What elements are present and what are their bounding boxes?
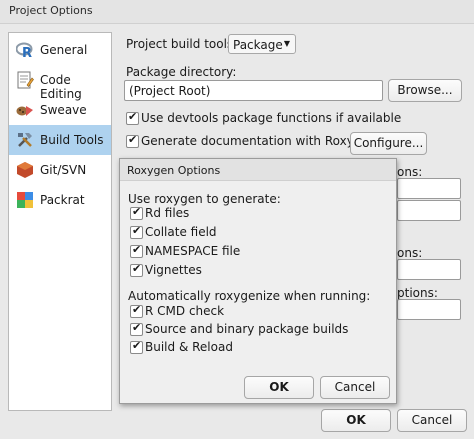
hidden-option-input[interactable] <box>397 259 461 280</box>
sidebar-item-general[interactable]: R General <box>9 35 111 65</box>
sidebar-item-packrat[interactable]: Packrat <box>9 185 111 215</box>
browse-button[interactable]: Browse... <box>388 79 462 102</box>
dialog-ok-button[interactable]: OK <box>244 376 314 399</box>
dialog-titlebar: Roxygen Options <box>120 159 396 181</box>
packrat-icon <box>17 192 33 208</box>
sidebar-item-label: Build Tools <box>40 133 104 147</box>
sidebar-item-code-editing[interactable]: Code Editing <box>9 65 111 101</box>
hidden-option-input[interactable] <box>397 178 461 199</box>
roxygen-options-dialog: Roxygen Options Use roxygen to generate:… <box>119 158 397 404</box>
package-dir-input[interactable]: (Project Root) <box>124 80 383 101</box>
build-tools-label: Project build tools: <box>126 37 238 51</box>
build-reload-checkbox[interactable] <box>130 339 143 354</box>
dialog-title: Roxygen Options <box>127 164 221 177</box>
package-builds-checkbox[interactable] <box>130 321 143 336</box>
sidebar-item-label: Packrat <box>40 193 85 207</box>
svg-text:R: R <box>22 46 32 59</box>
collate-field-label: Collate field <box>145 225 217 239</box>
r-cmd-check-label: R CMD check <box>145 304 225 318</box>
rd-files-checkbox[interactable] <box>130 205 143 220</box>
options-sidebar: R General Code Editing Sweave Build Tool… <box>8 32 112 411</box>
vignettes-checkbox[interactable] <box>130 262 143 277</box>
hidden-option-input[interactable] <box>397 200 461 221</box>
ok-button[interactable]: OK <box>321 409 391 432</box>
build-tools-icon <box>18 133 32 147</box>
auto-roxygenize-label: Automatically roxygenize when running: <box>128 289 371 303</box>
roxygen-checkbox[interactable] <box>126 133 139 148</box>
collate-field-checkbox[interactable] <box>130 224 143 239</box>
devtools-checkbox[interactable] <box>126 110 139 125</box>
sweave-icon <box>16 106 33 116</box>
hidden-option-label: ons: <box>397 165 423 179</box>
dropdown-arrow-icon: ▼ <box>283 39 290 48</box>
build-tools-select[interactable]: Package ▼ <box>228 34 296 54</box>
namespace-file-checkbox[interactable] <box>130 243 143 258</box>
sidebar-item-label: Sweave <box>40 103 87 117</box>
build-reload-label: Build & Reload <box>145 340 233 354</box>
sidebar-item-sweave[interactable]: Sweave <box>9 95 111 125</box>
cancel-button[interactable]: Cancel <box>397 409 467 432</box>
package-dir-label: Package directory: <box>126 65 237 79</box>
rd-files-label: Rd files <box>145 206 190 220</box>
r-logo-icon: R <box>16 42 33 59</box>
vignettes-label: Vignettes <box>145 263 202 277</box>
window-titlebar: Project Options <box>0 0 474 24</box>
sidebar-item-label: Git/SVN <box>40 163 87 177</box>
package-builds-label: Source and binary package builds <box>145 322 349 336</box>
hidden-option-label: ons: <box>397 246 423 260</box>
dialog-cancel-button[interactable]: Cancel <box>320 376 390 399</box>
hidden-option-input[interactable] <box>397 299 461 320</box>
sidebar-item-build-tools[interactable]: Build Tools <box>9 125 111 155</box>
build-tools-select-value: Package <box>233 38 283 52</box>
git-svn-icon <box>17 162 33 178</box>
roxygen-label: Generate documentation with Roxygen <box>141 134 377 148</box>
hidden-option-label: ptions: <box>397 286 438 300</box>
devtools-label: Use devtools package functions if availa… <box>141 111 402 125</box>
r-cmd-check-checkbox[interactable] <box>130 303 143 318</box>
namespace-file-label: NAMESPACE file <box>145 244 241 258</box>
code-editing-icon <box>17 71 34 89</box>
package-dir-value: (Project Root) <box>129 84 211 98</box>
configure-button[interactable]: Configure... <box>350 132 427 155</box>
sidebar-item-label: General <box>40 43 88 57</box>
window-title: Project Options <box>9 4 93 17</box>
use-roxygen-label: Use roxygen to generate: <box>128 192 281 206</box>
sidebar-item-git-svn[interactable]: Git/SVN <box>9 155 111 185</box>
